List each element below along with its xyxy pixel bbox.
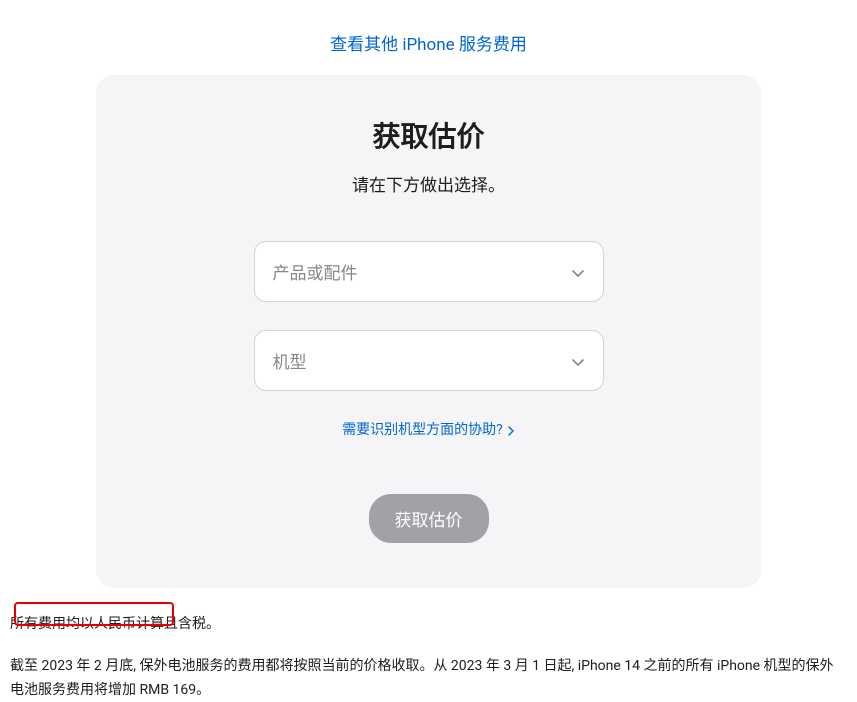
top-link-container: 查看其他 iPhone 服务费用 [0,0,857,75]
footnote-currency: 所有费用均以人民币计算且含税。 [10,613,847,637]
product-select-placeholder: 产品或配件 [273,259,358,284]
chevron-right-icon [507,424,515,434]
submit-button-container: 获取估价 [146,494,711,543]
product-select[interactable]: 产品或配件 [254,241,604,302]
help-link-container: 需要识别机型方面的协助? [146,419,711,439]
card-title: 获取估价 [146,115,711,155]
footnotes-section: 所有费用均以人民币计算且含税。 截至 2023 年 2 月底, 保外电池服务的费… [0,588,857,702]
identify-model-help-link[interactable]: 需要识别机型方面的协助? [342,419,515,439]
product-select-wrapper: 产品或配件 [254,241,604,302]
chevron-down-icon [571,265,585,279]
get-estimate-button[interactable]: 获取估价 [369,494,489,543]
chevron-down-icon [571,354,585,368]
model-select-placeholder: 机型 [273,348,307,373]
footnote-text-part2: 费用将增加 RMB 169。 [66,682,210,698]
model-select-wrapper: 机型 [254,330,604,391]
card-subtitle: 请在下方做出选择。 [146,171,711,196]
model-select[interactable]: 机型 [254,330,604,391]
help-link-label: 需要识别机型方面的协助? [342,419,503,439]
view-other-services-link[interactable]: 查看其他 iPhone 服务费用 [330,35,527,55]
footnote-price-change: 截至 2023 年 2 月底, 保外电池服务的费用都将按照当前的价格收取。从 2… [10,655,847,702]
estimate-card: 获取估价 请在下方做出选择。 产品或配件 机型 需要识别机型方面的协助? 获取估… [96,75,761,588]
